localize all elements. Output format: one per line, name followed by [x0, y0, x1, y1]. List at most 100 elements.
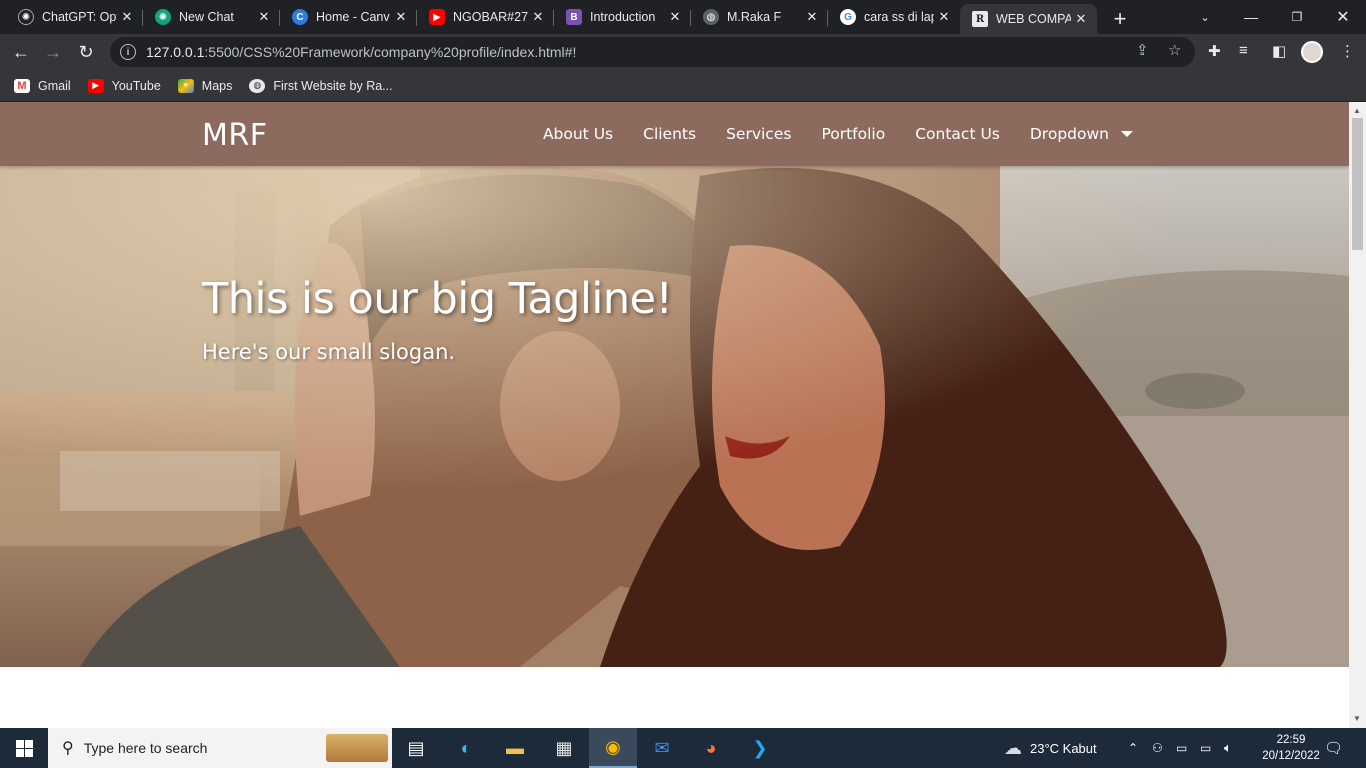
profile-avatar[interactable] — [1301, 41, 1323, 63]
tab-title: cara ss di lapt — [864, 10, 934, 24]
nav-portfolio[interactable]: Portfolio — [821, 125, 885, 143]
maps-icon: ⌖ — [177, 78, 194, 93]
nav-about-us[interactable]: About Us — [543, 125, 613, 143]
tab-cara-ss[interactable]: G cara ss di lapt ✕ — [828, 4, 960, 30]
close-icon[interactable]: ✕ — [391, 9, 411, 25]
nav-contact-us[interactable]: Contact Us — [915, 125, 1000, 143]
tab-canva[interactable]: C Home - Canv ✕ — [280, 4, 417, 30]
tab-title: M.Raka F — [727, 10, 782, 24]
close-icon[interactable]: ✕ — [528, 9, 548, 25]
cloud-icon: ☁ — [1004, 737, 1022, 758]
forward-button[interactable]: → — [40, 39, 66, 65]
chatgpt-icon: ✺ — [18, 9, 34, 25]
bookmark-gmail[interactable]: M Gmail — [14, 78, 71, 93]
hero-section: This is our big Tagline! Here's our smal… — [0, 166, 1349, 667]
bootstrap-icon: B — [566, 9, 582, 25]
bookmark-label: YouTube — [111, 78, 161, 93]
google-icon: G — [840, 9, 856, 25]
menu-icon[interactable]: ⋮ — [1340, 42, 1355, 60]
minimize-button[interactable]: — — [1228, 0, 1274, 34]
tab-web-company[interactable]: R WEB COMPAI ✕ — [960, 4, 1097, 34]
system-clock[interactable]: 22:59 20/12/2022 — [1262, 732, 1320, 764]
volume-icon[interactable]: 🔈︎ — [1224, 728, 1232, 768]
bookmark-youtube[interactable]: ▶ YouTube — [87, 78, 161, 93]
tray-overflow-icon[interactable]: ⌃ — [1128, 728, 1138, 768]
weather-text: 23°C Kabut — [1030, 740, 1097, 756]
scroll-up-icon[interactable]: ▲ — [1353, 106, 1361, 115]
search-highlight-image[interactable] — [326, 734, 388, 762]
close-icon[interactable]: ✕ — [802, 9, 822, 25]
close-icon[interactable]: ✕ — [934, 9, 954, 25]
site-brand[interactable]: MRF — [202, 118, 267, 153]
tab-chatgpt-opt[interactable]: ✺ ChatGPT: Opt ✕ — [6, 4, 143, 30]
site-navbar: MRF About Us Clients Services Portfolio … — [0, 102, 1349, 166]
mail-icon[interactable]: ✉ — [638, 728, 686, 768]
windows-logo-icon — [15, 739, 33, 757]
tab-strip: ✺ ChatGPT: Opt ✕ ✺ New Chat ✕ C Home - C… — [0, 0, 1366, 34]
search-icon: ⚲ — [62, 740, 74, 757]
tab-new-chat[interactable]: ✺ New Chat ✕ — [143, 4, 280, 30]
chrome-icon[interactable]: ◉ — [589, 728, 637, 768]
bookmark-star-icon[interactable]: ☆ — [1168, 41, 1181, 59]
chevron-down-icon[interactable] — [1121, 131, 1133, 137]
nav-dropdown[interactable]: Dropdown — [1030, 125, 1109, 143]
reload-button[interactable]: ↻ — [73, 39, 99, 65]
nav-services[interactable]: Services — [726, 125, 791, 143]
start-button[interactable] — [0, 728, 48, 768]
battery-icon[interactable]: ⚇ — [1152, 728, 1163, 768]
firefox-icon[interactable]: ◕ — [687, 728, 735, 768]
bookmark-maps[interactable]: ⌖ Maps — [177, 78, 233, 93]
address-bar[interactable]: i 127.0.0.1:5500/CSS%20Framework/company… — [110, 37, 1195, 67]
back-button[interactable]: ← — [8, 39, 34, 65]
extensions-icon[interactable]: ✚ — [1208, 42, 1221, 60]
file-explorer-icon[interactable]: ▬ — [491, 728, 539, 768]
tab-introduction[interactable]: B Introduction ✕ — [554, 4, 691, 30]
hero-tagline: This is our big Tagline! — [202, 274, 673, 324]
hero-slogan: Here's our small slogan. — [202, 340, 456, 364]
tab-title: Introduction — [590, 10, 656, 24]
scroll-down-icon[interactable]: ▼ — [1353, 714, 1361, 723]
windows-taskbar: ⚲ Type here to search ▤ ◐ ▬ ▦ ◉ ✉ ◕ ❯ ☁ … — [0, 728, 1366, 768]
close-icon[interactable]: ✕ — [1071, 11, 1091, 27]
gmail-icon: M — [14, 78, 30, 93]
globe-icon: ◍ — [249, 78, 266, 93]
r-icon: R — [972, 11, 988, 27]
tab-title: ChatGPT: Opt — [42, 10, 117, 24]
restore-button[interactable]: ❐ — [1274, 0, 1320, 34]
tab-title: Home - Canv — [316, 10, 390, 24]
tab-mraka[interactable]: ◍ M.Raka F ✕ — [691, 4, 828, 30]
site-info-icon[interactable]: i — [120, 44, 136, 60]
canva-icon: C — [292, 9, 308, 25]
bookmark-first-website[interactable]: ◍ First Website by Ra... — [249, 78, 393, 93]
taskbar-search-input[interactable]: ⚲ Type here to search — [48, 728, 392, 768]
nav-clients[interactable]: Clients — [643, 125, 696, 143]
chatgpt-icon: ✺ — [155, 9, 171, 25]
bookmark-label: Maps — [201, 78, 233, 93]
network-icon[interactable]: ▭ — [1176, 728, 1187, 768]
nav-links: About Us Clients Services Portfolio Cont… — [513, 102, 1133, 166]
store-icon[interactable]: ▦ — [540, 728, 588, 768]
scrollbar-thumb[interactable] — [1352, 118, 1363, 250]
tab-title: New Chat — [179, 10, 234, 24]
vscode-icon[interactable]: ❯ — [736, 728, 784, 768]
youtube-icon: ▶ — [429, 9, 445, 25]
browser-toolbar: ← → ↻ i 127.0.0.1:5500/CSS%20Framework/c… — [0, 34, 1366, 70]
close-window-button[interactable]: ✕ — [1320, 0, 1366, 34]
weather-widget[interactable]: ☁ 23°C Kabut — [1004, 728, 1097, 768]
edge-icon[interactable]: ◐ — [442, 728, 490, 768]
share-icon[interactable]: ⇪ — [1136, 41, 1149, 59]
media-control-icon[interactable]: ≡ — [1239, 42, 1248, 59]
close-icon[interactable]: ✕ — [254, 9, 274, 25]
side-panel-icon[interactable]: ◧ — [1272, 42, 1286, 60]
tab-title: NGOBAR#27 — [453, 10, 528, 24]
page-scrollbar[interactable]: ▲ ▼ — [1349, 102, 1366, 728]
notification-icon[interactable]: 🗨︎ — [1324, 728, 1343, 768]
tab-ngobar[interactable]: ▶ NGOBAR#27 ✕ — [417, 4, 554, 30]
task-view-icon[interactable]: ▤ — [392, 728, 440, 768]
close-icon[interactable]: ✕ — [665, 9, 685, 25]
hero-photo — [0, 166, 1349, 667]
tab-search-icon[interactable]: ⌄ — [1182, 0, 1228, 34]
close-icon[interactable]: ✕ — [117, 9, 137, 25]
display-icon[interactable]: ▭ — [1200, 728, 1211, 768]
new-tab-button[interactable]: + — [1108, 6, 1132, 32]
